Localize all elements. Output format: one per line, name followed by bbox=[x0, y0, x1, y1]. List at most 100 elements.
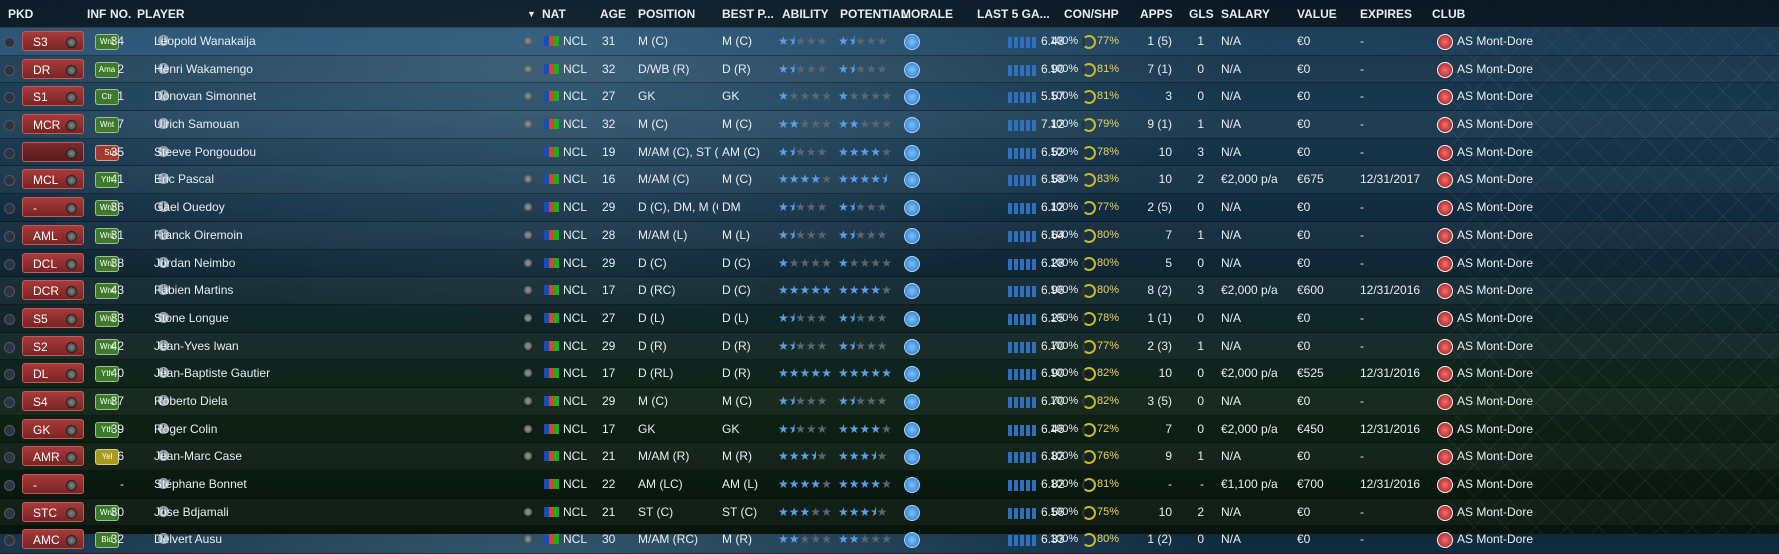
col-potential[interactable]: POTENTIAL bbox=[840, 0, 908, 27]
table-row[interactable]: DL Yth 40 i Jean-Baptiste Gautier NCL 17 D (RL)… bbox=[0, 360, 1779, 388]
player-name[interactable]: Henri Wakamengo bbox=[154, 56, 514, 82]
club-name[interactable]: AS Mont-Dore bbox=[1457, 277, 1557, 303]
table-row[interactable]: MCL Yth 41 i Eric Pascal NCL 16 M/AM (C) M (C) ★★… bbox=[0, 166, 1779, 195]
club-name[interactable]: AS Mont-Dore bbox=[1457, 222, 1557, 248]
club-name[interactable]: AS Mont-Dore bbox=[1457, 333, 1557, 359]
col-position[interactable]: POSITION bbox=[638, 0, 695, 27]
player-name[interactable]: Ulrich Samouan bbox=[154, 111, 514, 137]
col-con-shp[interactable]: CON/SHP bbox=[1064, 0, 1119, 27]
position-selector[interactable]: - bbox=[22, 197, 84, 218]
dropdown-knob-icon[interactable] bbox=[66, 452, 77, 464]
player-name[interactable]: Delvert Ausu bbox=[154, 526, 514, 552]
row-select-radio[interactable] bbox=[4, 203, 15, 215]
row-select-radio[interactable] bbox=[4, 507, 15, 519]
position-selector[interactable]: S4 bbox=[22, 390, 84, 411]
player-name[interactable]: Stéphane Bonnet bbox=[154, 471, 514, 497]
row-select-radio[interactable] bbox=[4, 313, 15, 325]
col-player[interactable]: PLAYER bbox=[137, 0, 185, 27]
table-row[interactable]: GK Yth 39 i Roger Colin NCL 17 GK GK ★⯨★★★ ★★★★★ 6.… bbox=[0, 416, 1779, 444]
col-inf[interactable]: INF bbox=[87, 0, 106, 27]
dropdown-knob-icon[interactable] bbox=[66, 507, 77, 519]
dropdown-knob-icon[interactable] bbox=[66, 147, 77, 159]
position-selector[interactable] bbox=[22, 141, 84, 162]
dropdown-knob-icon[interactable] bbox=[66, 37, 77, 48]
position-selector[interactable]: MCL bbox=[22, 169, 84, 190]
club-name[interactable]: AS Mont-Dore bbox=[1457, 526, 1557, 552]
row-select-radio[interactable] bbox=[4, 535, 15, 547]
dropdown-knob-icon[interactable] bbox=[66, 369, 77, 381]
position-selector[interactable]: MCR bbox=[22, 114, 84, 135]
table-row[interactable]: AML Wnt 31 i Franck Oiremoin NCL 28 M/AM (L) M (… bbox=[0, 221, 1779, 250]
player-name[interactable]: Jordan Neimbo bbox=[154, 250, 514, 276]
position-selector[interactable]: AMR bbox=[22, 446, 84, 467]
col-gls[interactable]: GLS bbox=[1189, 0, 1214, 27]
club-name[interactable]: AS Mont-Dore bbox=[1457, 139, 1557, 165]
table-row[interactable]: -Wnt36iGael OuedoyNCL29D (C), DM, M (C)D… bbox=[0, 194, 1779, 222]
position-selector[interactable]: AMC bbox=[22, 529, 84, 550]
col-last5[interactable]: LAST 5 GA... bbox=[977, 0, 1050, 27]
row-select-radio[interactable] bbox=[4, 341, 15, 353]
table-row[interactable]: S4 Wnt 37 i Roberto Diela NCL 29 M (C) M (C) ★⯨★★… bbox=[0, 387, 1779, 416]
table-row[interactable]: DR Ama 2 i Henri Wakamengo NCL 32 D/WB (R) D (R)… bbox=[0, 55, 1779, 84]
row-select-radio[interactable] bbox=[4, 92, 15, 104]
col-apps[interactable]: APPS bbox=[1140, 0, 1173, 27]
table-row[interactable]: AMC Bid 32 i Delvert Ausu NCL 30 M/AM (RC) M (R)… bbox=[0, 526, 1779, 554]
position-selector[interactable]: S5 bbox=[22, 307, 84, 328]
position-selector[interactable]: DL bbox=[22, 363, 84, 384]
col-ability[interactable]: ABILITY bbox=[782, 0, 829, 27]
dropdown-knob-icon[interactable] bbox=[66, 286, 77, 298]
table-row[interactable]: S5 Wnt 33 i Stone Longue NCL 27 D (L) D (L) ★⯨★★★… bbox=[0, 305, 1779, 333]
club-name[interactable]: AS Mont-Dore bbox=[1457, 56, 1557, 82]
table-row[interactable]: DCL Wnt 38 i Jordan Neimbo NCL 29 D (C) D (C) ★★★… bbox=[0, 250, 1779, 278]
position-selector[interactable]: AML bbox=[22, 224, 84, 245]
row-select-radio[interactable] bbox=[4, 480, 15, 491]
table-row[interactable]: S1 Ctr 1 i Donovan Simonnet NCL 27 GK GK ★★★★★ ★★★… bbox=[0, 83, 1779, 112]
club-name[interactable]: AS Mont-Dore bbox=[1457, 250, 1557, 276]
position-selector[interactable]: DCR bbox=[22, 280, 84, 301]
player-name[interactable]: Roberto Diela bbox=[154, 388, 514, 414]
position-selector[interactable]: STC bbox=[22, 501, 84, 522]
player-name[interactable]: Donovan Simonnet bbox=[154, 83, 514, 109]
position-selector[interactable]: DR bbox=[22, 58, 84, 79]
position-selector[interactable]: S2 bbox=[22, 335, 84, 356]
dropdown-knob-icon[interactable] bbox=[66, 535, 77, 547]
row-select-radio[interactable] bbox=[4, 120, 15, 132]
position-selector[interactable]: DCL bbox=[22, 252, 84, 273]
col-club[interactable]: CLUB bbox=[1432, 0, 1465, 27]
row-select-radio[interactable] bbox=[4, 175, 15, 187]
row-select-radio[interactable] bbox=[4, 147, 15, 159]
row-select-radio[interactable] bbox=[4, 286, 15, 298]
dropdown-knob-icon[interactable] bbox=[66, 92, 77, 104]
col-age[interactable]: AGE bbox=[600, 0, 626, 27]
table-row[interactable]: - - i Stéphane Bonnet NCL 22 AM (LC) AM (L) ★★★★… bbox=[0, 471, 1779, 499]
table-row[interactable]: Sus 35 i Steeve Pongoudou NCL 19 M/AM (C), ST … bbox=[0, 139, 1779, 167]
row-select-radio[interactable] bbox=[4, 64, 15, 76]
table-row[interactable]: DCR Wnt 43 i Fabien Martins NCL 17 D (RC) D (C) ★… bbox=[0, 277, 1779, 305]
player-name[interactable]: Jose Bdjamali bbox=[154, 499, 514, 525]
dropdown-knob-icon[interactable] bbox=[66, 258, 77, 270]
player-name[interactable]: Stone Longue bbox=[154, 305, 514, 331]
club-name[interactable]: AS Mont-Dore bbox=[1457, 499, 1557, 525]
player-name[interactable]: Leopold Wanakaija bbox=[154, 28, 514, 54]
player-name[interactable]: Jean-Baptiste Gautier bbox=[154, 360, 514, 386]
club-name[interactable]: AS Mont-Dore bbox=[1457, 83, 1557, 109]
table-row[interactable]: STC Wnt 30 i Jose Bdjamali NCL 21 ST (C) ST (C) ★… bbox=[0, 498, 1779, 527]
dropdown-knob-icon[interactable] bbox=[66, 175, 77, 187]
row-select-radio[interactable] bbox=[4, 37, 15, 48]
position-selector[interactable]: - bbox=[22, 474, 84, 494]
dropdown-knob-icon[interactable] bbox=[66, 341, 77, 353]
dropdown-knob-icon[interactable] bbox=[66, 396, 77, 408]
dropdown-knob-icon[interactable] bbox=[66, 120, 77, 132]
col-expires[interactable]: EXPIRES bbox=[1360, 0, 1412, 27]
club-name[interactable]: AS Mont-Dore bbox=[1457, 28, 1557, 54]
position-selector[interactable]: S1 bbox=[22, 86, 84, 107]
player-name[interactable]: Steeve Pongoudou bbox=[154, 139, 514, 165]
row-select-radio[interactable] bbox=[4, 424, 15, 436]
row-select-radio[interactable] bbox=[4, 452, 15, 464]
club-name[interactable]: AS Mont-Dore bbox=[1457, 471, 1557, 497]
dropdown-knob-icon[interactable] bbox=[66, 64, 77, 76]
position-selector[interactable]: S3 bbox=[22, 31, 84, 51]
player-name[interactable]: Roger Colin bbox=[154, 416, 514, 442]
table-row[interactable]: MCR Wnt 7 i Ulrich Samouan NCL 32 M (C) M (C) ★★★… bbox=[0, 111, 1779, 139]
club-name[interactable]: AS Mont-Dore bbox=[1457, 166, 1557, 192]
